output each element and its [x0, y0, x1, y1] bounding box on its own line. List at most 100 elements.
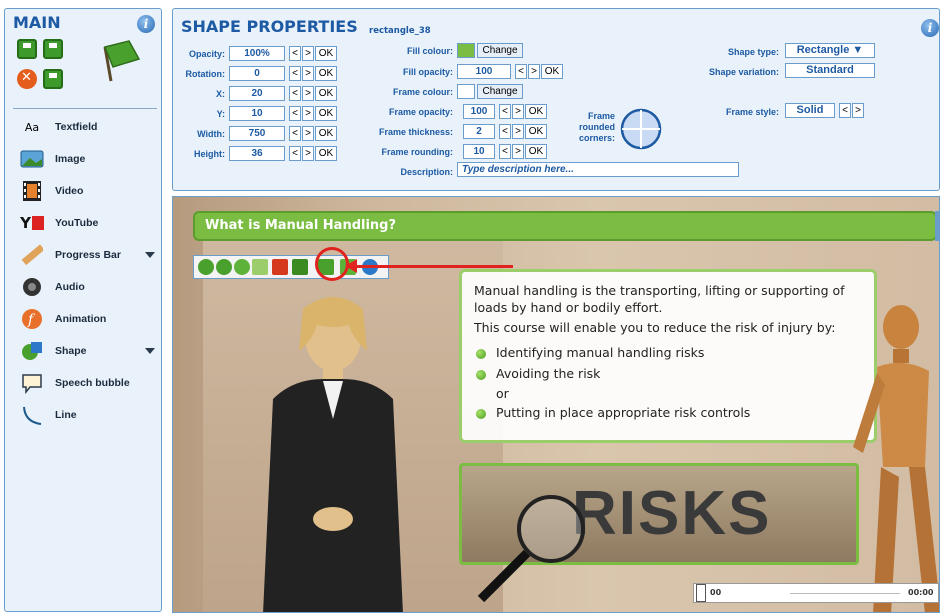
increment-button[interactable]: >	[302, 46, 314, 61]
decrement-button[interactable]: <	[289, 146, 301, 161]
ok-button[interactable]: OK	[315, 126, 337, 141]
layer-icon[interactable]	[292, 259, 308, 275]
tool-label: Progress Bar	[55, 249, 121, 261]
tool-progress-bar[interactable]: Progress Bar	[19, 241, 159, 269]
ok-button[interactable]: OK	[315, 46, 337, 61]
tool-label: Textfield	[55, 121, 98, 133]
decrement-button[interactable]: <	[499, 104, 511, 119]
ok-button[interactable]: OK	[315, 106, 337, 121]
decrement-button[interactable]: <	[499, 124, 511, 139]
ok-button[interactable]: OK	[525, 104, 547, 119]
save-and-close-icon[interactable]	[43, 69, 63, 89]
wooden-mannequin-image	[853, 305, 939, 612]
publish-flag-icon[interactable]	[99, 37, 141, 83]
properties-title: SHAPE PROPERTIES	[181, 17, 358, 36]
tool-youtube[interactable]: Y YouTube	[19, 209, 159, 237]
tool-audio[interactable]: Audio	[19, 273, 159, 301]
width-input[interactable]: 750	[229, 126, 285, 141]
tool-textfield[interactable]: Aa Textfield	[19, 113, 159, 141]
y-input[interactable]: 10	[229, 106, 285, 121]
tool-label: Speech bubble	[55, 377, 130, 389]
chevron-down-icon[interactable]	[145, 348, 155, 354]
edit-icon[interactable]	[252, 259, 268, 275]
progress-track	[790, 593, 900, 594]
opacity-label: Opacity:	[188, 49, 225, 59]
chevron-down-icon[interactable]	[145, 252, 155, 258]
frame-opacity-input[interactable]: 100	[463, 104, 495, 119]
frame-colour-swatch[interactable]	[457, 84, 475, 99]
frame-colour-change-button[interactable]: Change	[477, 84, 523, 99]
save-as-icon[interactable]	[43, 39, 63, 59]
shape-variation-select[interactable]: Standard	[785, 63, 875, 78]
slide-stage[interactable]: What is Manual Handling? Manual handling…	[172, 196, 940, 613]
delete-icon[interactable]	[272, 259, 288, 275]
ok-button[interactable]: OK	[541, 64, 563, 79]
tool-label: Animation	[55, 313, 107, 325]
increment-button[interactable]: >	[302, 106, 314, 121]
description-input[interactable]: Type description here...	[457, 162, 739, 177]
decrement-button[interactable]: <	[499, 144, 511, 159]
fill-colour-swatch[interactable]	[457, 43, 475, 58]
ok-button[interactable]: OK	[525, 124, 547, 139]
increment-button[interactable]: >	[302, 126, 314, 141]
tool-video[interactable]: Video	[19, 177, 159, 205]
increment-button[interactable]: >	[512, 124, 524, 139]
y-label: Y:	[216, 109, 225, 119]
ok-button[interactable]: OK	[315, 146, 337, 161]
info-icon[interactable]: i	[137, 15, 155, 33]
opacity-input[interactable]: 100%	[229, 46, 285, 61]
highlight-circle	[315, 247, 349, 281]
increment-button[interactable]: >	[852, 103, 864, 118]
shape-type-select[interactable]: Rectangle ▼	[785, 43, 875, 58]
save-icon[interactable]	[17, 39, 37, 59]
decrement-button[interactable]: <	[289, 86, 301, 101]
decrement-button[interactable]: <	[289, 46, 301, 61]
decrement-button[interactable]: <	[289, 66, 301, 81]
main-panel: MAIN i Aa Textfield Image Video Y YouTub…	[4, 8, 162, 612]
decrement-button[interactable]: <	[839, 103, 851, 118]
decrement-button[interactable]: <	[289, 126, 301, 141]
resize-handle[interactable]	[935, 211, 939, 241]
main-panel-title: MAIN	[13, 13, 61, 32]
decrement-button[interactable]: <	[289, 106, 301, 121]
x-input[interactable]: 20	[229, 86, 285, 101]
height-input[interactable]: 36	[229, 146, 285, 161]
increment-button[interactable]: >	[302, 86, 314, 101]
tool-shape[interactable]: Shape	[19, 337, 159, 365]
video-progress-bar[interactable]: 00 00:00	[693, 583, 939, 603]
frame-thickness-input[interactable]: 2	[463, 124, 495, 139]
frame-rounding-input[interactable]: 10	[463, 144, 495, 159]
tool-label: Image	[55, 153, 86, 165]
increment-button[interactable]: >	[528, 64, 540, 79]
rotate-icon[interactable]	[234, 259, 250, 275]
fill-opacity-input[interactable]: 100	[457, 64, 511, 79]
tool-image[interactable]: Image	[19, 145, 159, 173]
width-label: Width:	[197, 129, 225, 139]
frame-rounding-label: Frame rounding:	[381, 147, 454, 157]
video-icon	[19, 179, 45, 203]
tool-speech-bubble[interactable]: Speech bubble	[19, 369, 159, 397]
add-icon[interactable]	[216, 259, 232, 275]
ok-button[interactable]: OK	[315, 86, 337, 101]
rotation-input[interactable]: 0	[229, 66, 285, 81]
increment-button[interactable]: >	[302, 66, 314, 81]
rounded-corners-selector-icon[interactable]	[619, 107, 663, 151]
ok-button[interactable]: OK	[525, 144, 547, 159]
text-box[interactable]: Manual handling is the transporting, lif…	[459, 269, 877, 443]
fill-colour-change-button[interactable]: Change	[477, 43, 523, 58]
magnifying-glass-icon	[477, 495, 585, 603]
presenter-video[interactable]	[233, 289, 433, 613]
increment-button[interactable]: >	[512, 144, 524, 159]
tool-line[interactable]: Line	[19, 401, 159, 429]
ok-button[interactable]: OK	[315, 66, 337, 81]
info-icon[interactable]: i	[921, 19, 939, 37]
frame-style-select[interactable]: Solid	[785, 103, 835, 118]
cancel-icon[interactable]	[17, 69, 37, 89]
progress-handle[interactable]	[696, 584, 706, 602]
move-icon[interactable]	[198, 259, 214, 275]
decrement-button[interactable]: <	[515, 64, 527, 79]
increment-button[interactable]: >	[302, 146, 314, 161]
shape-variation-label: Shape variation:	[708, 67, 779, 77]
increment-button[interactable]: >	[512, 104, 524, 119]
tool-animation[interactable]: f Animation	[19, 305, 159, 333]
